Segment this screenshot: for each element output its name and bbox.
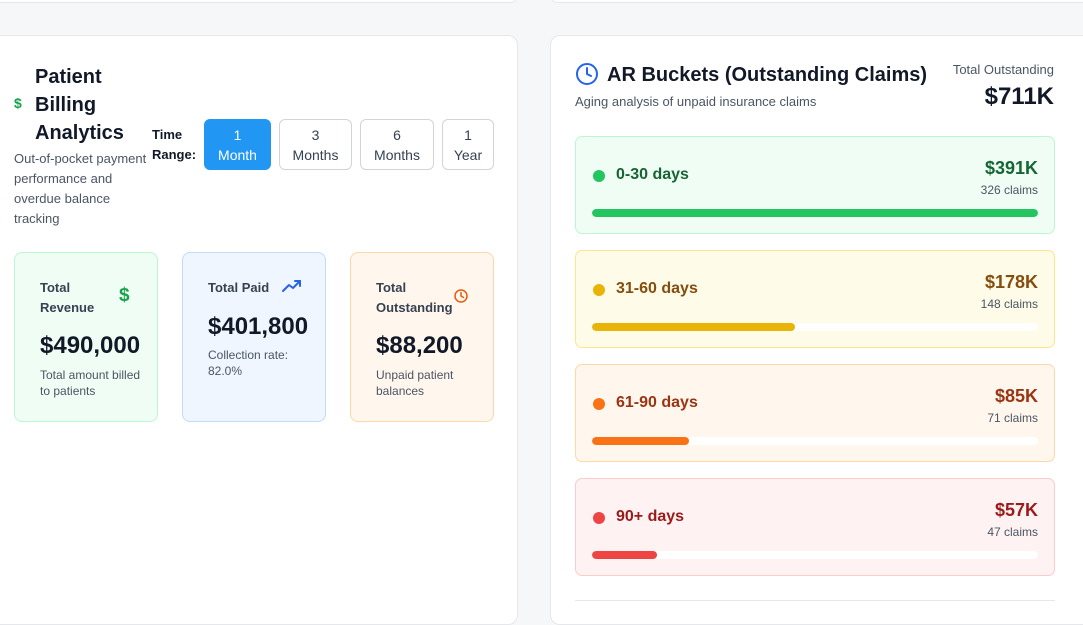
range-button-1-year[interactable]: 1 Year — [442, 119, 494, 170]
status-dot — [593, 398, 605, 410]
bucket-amount: $57K — [994, 500, 1038, 520]
metric-desc: Collection rate: 82.0% — [208, 348, 289, 378]
bucket-claims: 326 claims — [980, 183, 1038, 197]
range-button-6-months[interactable]: 6 Months — [360, 119, 434, 170]
billing-title: Patient Billing Analytics — [35, 66, 124, 144]
clock-icon — [454, 289, 468, 308]
top-card-stub-left — [0, 0, 518, 3]
billing-subtitle: Out-of-pocket payment performance and ov… — [14, 151, 147, 226]
bucket-61-90-days: 61-90 days $85K 71 claims — [575, 364, 1055, 462]
metric-total-paid: Total Paid $401,800 Collection rate: 82.… — [182, 252, 326, 422]
status-dot — [593, 284, 605, 296]
divider — [575, 600, 1055, 601]
metric-desc: Unpaid patient balances — [376, 368, 454, 398]
range-button-1-month[interactable]: 1 Month — [204, 119, 271, 170]
bucket-claims: 71 claims — [987, 411, 1038, 425]
progress-fill — [592, 437, 690, 445]
bucket-label: 0-30 days — [616, 166, 689, 183]
metric-total-revenue: Total Revenue $ $490,000 Total amount bi… — [14, 252, 158, 422]
time-range-label: Time Range: — [152, 127, 197, 162]
trending-up-icon — [282, 278, 302, 299]
status-dot — [593, 512, 605, 524]
metric-label: Total Outstanding — [376, 280, 453, 315]
metric-value: $88,200 — [376, 332, 463, 359]
clock-icon — [575, 62, 599, 91]
range-button-3-months[interactable]: 3 Months — [279, 119, 352, 170]
progress-fill — [592, 323, 795, 331]
progress-fill — [592, 551, 658, 559]
metric-total-outstanding: Total Outstanding $88,200 Unpaid patient… — [350, 252, 494, 422]
bucket-amount: $85K — [994, 386, 1038, 406]
progress-track — [592, 209, 1038, 217]
total-outstanding-label: Total Outstanding — [952, 62, 1054, 77]
progress-track — [592, 551, 1038, 559]
progress-track — [592, 323, 1038, 331]
progress-fill — [592, 209, 1038, 217]
bucket-amount: $391K — [984, 158, 1038, 178]
patient-billing-card: $ Patient Billing Analytics Out-of-pocke… — [0, 35, 518, 625]
dollar-icon: $ — [14, 95, 22, 111]
metric-desc: Total amount billed to patients — [40, 368, 141, 398]
top-card-stub-right — [550, 0, 1083, 3]
metric-label: Total Revenue — [40, 280, 95, 315]
status-dot — [593, 170, 605, 182]
bucket-label: 61-90 days — [616, 394, 698, 411]
bucket-0-30-days: 0-30 days $391K 326 claims — [575, 136, 1055, 234]
metric-value: $401,800 — [208, 313, 309, 340]
ar-title: AR Buckets (Outstanding Claims) — [607, 64, 928, 86]
metric-value: $490,000 — [40, 332, 141, 359]
bucket-claims: 47 claims — [987, 525, 1038, 539]
total-outstanding-value: $711K — [984, 83, 1054, 110]
bucket-amount: $178K — [984, 272, 1038, 292]
bucket-90-plus-days: 90+ days $57K 47 claims — [575, 478, 1055, 576]
bucket-claims: 148 claims — [980, 297, 1038, 311]
progress-track — [592, 437, 1038, 445]
dollar-icon: $ — [119, 285, 130, 306]
bucket-label: 90+ days — [616, 508, 685, 525]
ar-buckets-card: AR Buckets (Outstanding Claims) Aging an… — [550, 35, 1083, 625]
bucket-label: 31-60 days — [616, 280, 698, 297]
ar-subtitle: Aging analysis of unpaid insurance claim… — [575, 94, 817, 109]
bucket-31-60-days: 31-60 days $178K 148 claims — [575, 250, 1055, 348]
